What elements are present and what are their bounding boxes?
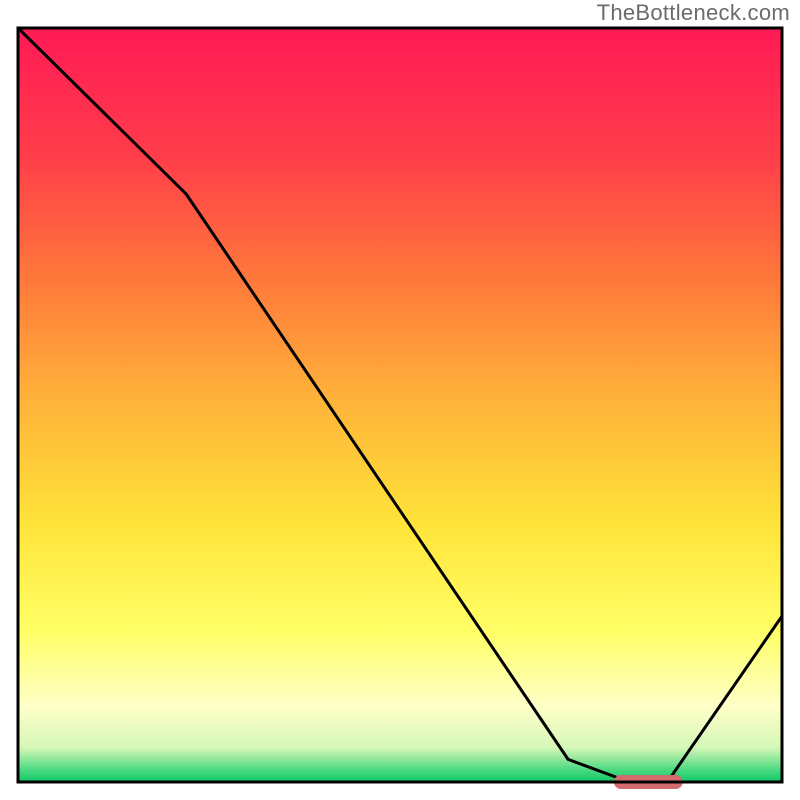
bottleneck-chart [0,0,800,800]
watermark-text: TheBottleneck.com [597,0,790,26]
chart-container: TheBottleneck.com [0,0,800,800]
